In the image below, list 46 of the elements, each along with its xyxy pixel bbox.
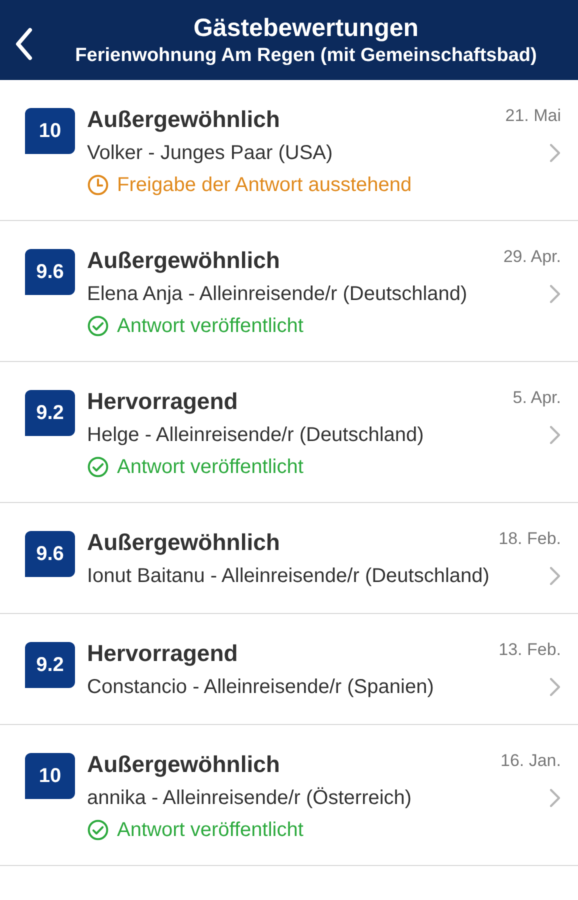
chevron-right-icon bbox=[549, 788, 561, 808]
rating-label: Außergewöhnlich bbox=[87, 246, 280, 275]
chevron-right-icon bbox=[549, 284, 561, 304]
reply-status: Antwort veröffentlicht bbox=[117, 314, 304, 339]
chevron-right-icon bbox=[549, 566, 561, 586]
score-badge: 10 bbox=[25, 108, 75, 154]
reply-status: Antwort veröffentlicht bbox=[117, 455, 304, 480]
review-row[interactable]: 10 Außergewöhnlich 16. Jan. annika - Alleinreisende/r (Österreich) Antwort veröffentlicht bbox=[0, 725, 578, 866]
review-row[interactable]: 9.2 Hervorragend 13. Feb. Constancio - Alleinreisende/r (Spanien) bbox=[0, 614, 578, 725]
review-date: 29. Apr. bbox=[503, 246, 561, 268]
review-row[interactable]: 9.6 Außergewöhnlich 18. Feb. Ionut Baitanu - Alleinreisende/r (Deutschland) bbox=[0, 503, 578, 614]
guest-info: annika - Alleinreisende/r (Österreich) bbox=[87, 786, 412, 811]
review-row[interactable]: 10 Außergewöhnlich 21. Mai Volker - Junges Paar (USA) Freigabe der Antwort ausstehend bbox=[0, 80, 578, 221]
guest-info: Helge - Alleinreisende/r (Deutschland) bbox=[87, 423, 424, 448]
check-circle-icon bbox=[87, 456, 109, 478]
review-row[interactable]: 9.2 Hervorragend 5. Apr. Helge - Alleinreisende/r (Deutschland) Antwort veröffentlicht bbox=[0, 362, 578, 503]
score-badge: 9.6 bbox=[25, 249, 75, 295]
rating-label: Außergewöhnlich bbox=[87, 528, 280, 557]
review-date: 5. Apr. bbox=[512, 387, 561, 409]
rating-label: Außergewöhnlich bbox=[87, 750, 280, 779]
score-badge: 10 bbox=[25, 753, 75, 799]
page-title: Gästebewertungen bbox=[193, 13, 419, 44]
property-name: Ferienwohnung Am Regen (mit Gemeinschaftsbad) bbox=[75, 44, 537, 68]
guest-info: Ionut Baitanu - Alleinreisende/r (Deutschland) bbox=[87, 564, 490, 589]
score-badge: 9.2 bbox=[25, 390, 75, 436]
review-row[interactable]: 9.6 Außergewöhnlich 29. Apr. Elena Anja - Alleinreisende/r (Deutschland) Antwort veröffentlicht bbox=[0, 221, 578, 362]
guest-info: Elena Anja - Alleinreisende/r (Deutschland) bbox=[87, 282, 468, 307]
guest-info: Constancio - Alleinreisende/r (Spanien) bbox=[87, 675, 434, 700]
chevron-right-icon bbox=[549, 425, 561, 445]
check-circle-icon bbox=[87, 315, 109, 337]
chevron-right-icon bbox=[549, 677, 561, 697]
reply-status: Freigabe der Antwort ausstehend bbox=[117, 173, 412, 198]
guest-info: Volker - Junges Paar (USA) bbox=[87, 141, 333, 166]
reply-status: Antwort veröffentlicht bbox=[117, 818, 304, 843]
score-badge: 9.6 bbox=[25, 531, 75, 577]
review-date: 21. Mai bbox=[505, 105, 561, 127]
review-date: 13. Feb. bbox=[498, 639, 561, 661]
rating-label: Hervorragend bbox=[87, 639, 238, 668]
review-date: 18. Feb. bbox=[498, 528, 561, 550]
chevron-right-icon bbox=[549, 143, 561, 163]
score-badge: 9.2 bbox=[25, 642, 75, 688]
rating-label: Hervorragend bbox=[87, 387, 238, 416]
check-circle-icon bbox=[87, 819, 109, 841]
rating-label: Außergewöhnlich bbox=[87, 105, 280, 134]
clock-icon bbox=[87, 174, 109, 196]
review-date: 16. Jan. bbox=[500, 750, 561, 772]
